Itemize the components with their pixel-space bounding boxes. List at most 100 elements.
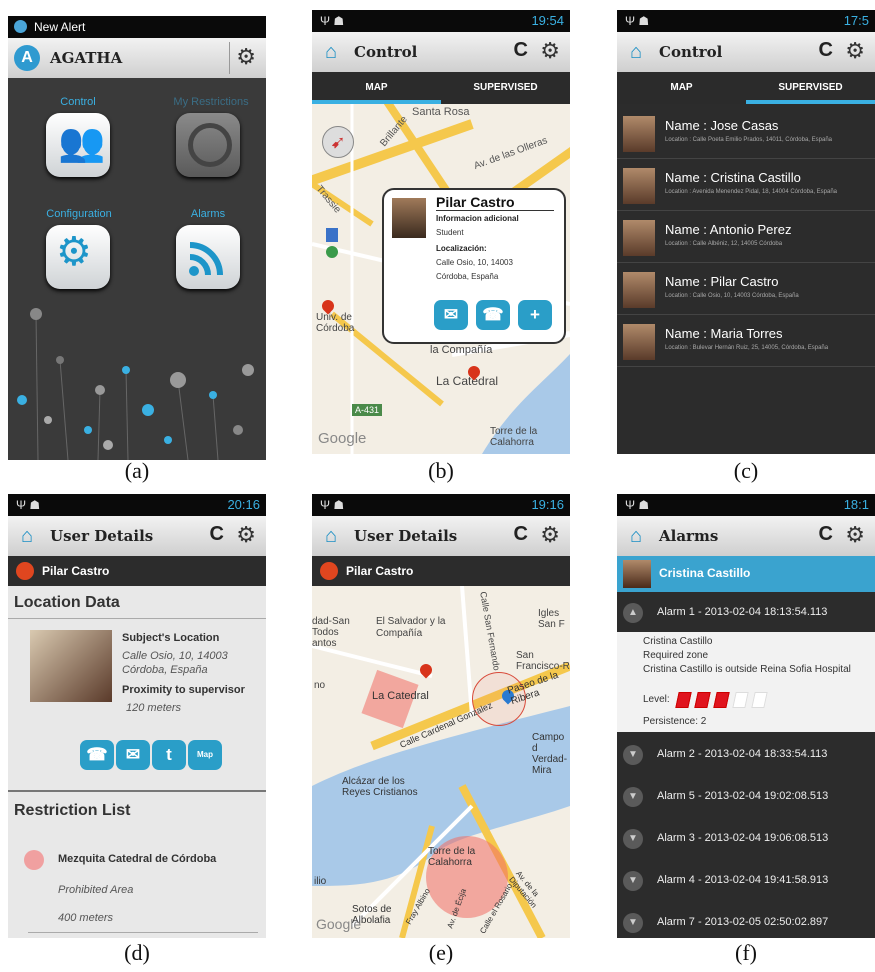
- expand-icon[interactable]: ▼: [623, 745, 643, 765]
- map-label: El Salvador y la Compañía: [376, 616, 446, 639]
- alarm-item[interactable]: ▼ Alarm 3 - 2013-02-04 19:06:08.513: [617, 818, 875, 861]
- settings-gear-icon[interactable]: ⚙: [236, 522, 256, 548]
- configuration-tile-button[interactable]: ⚙: [46, 225, 110, 289]
- status-bar: Ψ ☗ 17:5: [617, 10, 875, 32]
- user-name: Pilar Castro: [346, 564, 414, 578]
- alarm-title: Alarm 7 - 2013-02-05 02:50:02.897: [657, 916, 829, 928]
- map-view[interactable]: dad-San Todos antos El Salvador y la Com…: [312, 586, 570, 938]
- home-icon[interactable]: ⌂: [320, 525, 342, 547]
- divider: [229, 42, 230, 74]
- settings-gear-icon[interactable]: ⚙: [540, 38, 560, 64]
- usb-icon: Ψ ☗: [320, 14, 345, 28]
- settings-gear-icon[interactable]: ⚙: [845, 522, 865, 548]
- home-icon[interactable]: ⌂: [16, 525, 38, 547]
- list-item[interactable]: Name : Maria Torres Location : Bulevar He…: [617, 316, 875, 367]
- action-bar: ⌂ Alarms C ⚙: [617, 516, 875, 557]
- alarm-item[interactable]: ▼ Alarm 5 - 2013-02-04 19:02:08.513: [617, 776, 875, 819]
- expand-icon[interactable]: ▼: [623, 871, 643, 891]
- user-name: Cristina Castillo: [659, 566, 751, 580]
- section-title: Restriction List: [14, 802, 131, 819]
- map-label: Torre de la Calahorra: [490, 426, 538, 448]
- tab-bar: MAP SUPERVISED: [312, 72, 570, 104]
- avatar: [623, 560, 651, 588]
- call-button[interactable]: ☎: [80, 740, 114, 770]
- collapse-icon[interactable]: ▲: [623, 603, 643, 623]
- user-photo: [30, 630, 112, 702]
- refresh-icon[interactable]: C: [514, 523, 528, 546]
- list-item[interactable]: Name : Jose Casas Location : Calle Poeta …: [617, 108, 875, 159]
- refresh-icon[interactable]: C: [819, 39, 833, 62]
- alarm-title: Alarm 1 - 2013-02-04 18:13:54.113: [657, 606, 828, 618]
- map-label: Univ. de Córdoba: [316, 312, 355, 334]
- alarm-title: Alarm 2 - 2013-02-04 18:33:54.113: [657, 748, 828, 760]
- user-info-popup[interactable]: Pilar Castro Informacion adicional Stude…: [382, 188, 566, 344]
- add-button[interactable]: +: [518, 300, 552, 330]
- avatar: [623, 324, 655, 360]
- user-header[interactable]: Cristina Castillo: [617, 556, 875, 592]
- persistence: Persistence: 2: [643, 716, 707, 727]
- list-item[interactable]: Name : Cristina Castillo Location : Aveni…: [617, 160, 875, 211]
- expand-icon[interactable]: ▼: [623, 913, 643, 933]
- tab-supervised[interactable]: SUPERVISED: [746, 72, 875, 104]
- map-label: Torre de la Calahorra: [428, 846, 476, 868]
- sms-button[interactable]: ✉: [116, 740, 150, 770]
- tab-supervised[interactable]: SUPERVISED: [441, 72, 570, 104]
- status-bar: Ψ ☗ 20:16: [8, 494, 266, 516]
- restriction-name[interactable]: Mezquita Catedral de Córdoba: [58, 853, 216, 865]
- alarm-item[interactable]: ▼ Alarm 4 - 2013-02-04 19:41:58.913: [617, 860, 875, 903]
- usb-icon: Ψ ☗: [320, 498, 345, 512]
- avatar: [623, 220, 655, 256]
- home-icon[interactable]: ⌂: [320, 41, 342, 63]
- bus-stop-icon: [326, 228, 338, 242]
- detail-message: Cristina Castillo is outside Reina Sofia…: [643, 664, 851, 675]
- list-item[interactable]: Name : Antonio Perez Location : Calle Alb…: [617, 212, 875, 263]
- user-name: Pilar Castro: [42, 564, 110, 578]
- screen-c: Ψ ☗ 17:5 ⌂ Control C ⚙ MAP SUPERVISED Na…: [617, 10, 875, 454]
- settings-gear-icon[interactable]: ⚙: [236, 44, 256, 70]
- control-tile-button[interactable]: 👥: [46, 113, 110, 177]
- google-logo: Google: [316, 916, 362, 932]
- usb-icon: Ψ ☗: [16, 498, 41, 512]
- restriction-color-icon: [24, 850, 44, 870]
- expand-icon[interactable]: ▼: [623, 787, 643, 807]
- action-bar: ⌂ Control C ⚙: [617, 32, 875, 73]
- level-segment: [751, 692, 768, 708]
- supervised-list: Name : Jose Casas Location : Calle Poeta …: [617, 104, 875, 454]
- map-label: La Catedral: [372, 690, 429, 702]
- home-icon[interactable]: ⌂: [625, 41, 647, 63]
- settings-gear-icon[interactable]: ⚙: [540, 522, 560, 548]
- tab-map[interactable]: MAP: [617, 72, 746, 104]
- person-name: Name : Pilar Castro: [665, 274, 779, 289]
- refresh-icon[interactable]: C: [819, 523, 833, 546]
- tab-map[interactable]: MAP: [312, 72, 441, 104]
- list-item[interactable]: Name : Pilar Castro Location : Calle Osio…: [617, 264, 875, 315]
- map-view[interactable]: Santa Rosa Brillante Av. de las Olleras …: [312, 104, 570, 454]
- sms-button[interactable]: ✉: [434, 300, 468, 330]
- alarm-item-expanded[interactable]: ▲ Alarm 1 - 2013-02-04 18:13:54.113: [617, 592, 875, 633]
- expand-icon[interactable]: ▼: [623, 829, 643, 849]
- refresh-icon[interactable]: C: [210, 523, 224, 546]
- action-bar: ⌂ User Details C ⚙: [312, 516, 570, 557]
- alarm-title: Alarm 3 - 2013-02-04 19:06:08.513: [657, 832, 829, 844]
- alarms-tile-button[interactable]: [176, 225, 240, 289]
- avatar: [623, 116, 655, 152]
- restriction-distance: 400 meters: [58, 912, 114, 924]
- map-label: no: [314, 680, 326, 691]
- map-button[interactable]: Map: [188, 740, 222, 770]
- settings-gear-icon[interactable]: ⚙: [845, 38, 865, 64]
- restrictions-tile-button[interactable]: [176, 113, 240, 177]
- tile-label-configuration: Configuration: [46, 208, 112, 220]
- home-icon[interactable]: ⌂: [625, 525, 647, 547]
- twitter-button[interactable]: t: [152, 740, 186, 770]
- compass-icon[interactable]: ➹: [322, 126, 354, 158]
- level-segment: [732, 692, 749, 708]
- call-button[interactable]: ☎: [476, 300, 510, 330]
- usb-icon: Ψ ☗: [625, 14, 650, 28]
- map-label: dad-San Todos antos: [312, 616, 350, 649]
- alarm-item[interactable]: ▼ Alarm 7 - 2013-02-05 02:50:02.897: [617, 902, 875, 938]
- refresh-icon[interactable]: C: [514, 39, 528, 62]
- level-segment: [713, 692, 730, 708]
- alarm-item[interactable]: ▼ Alarm 2 - 2013-02-04 18:33:54.113: [617, 734, 875, 777]
- divider: [28, 932, 258, 933]
- dashboard: Control 👥 My Restrictions Configuration …: [8, 78, 266, 460]
